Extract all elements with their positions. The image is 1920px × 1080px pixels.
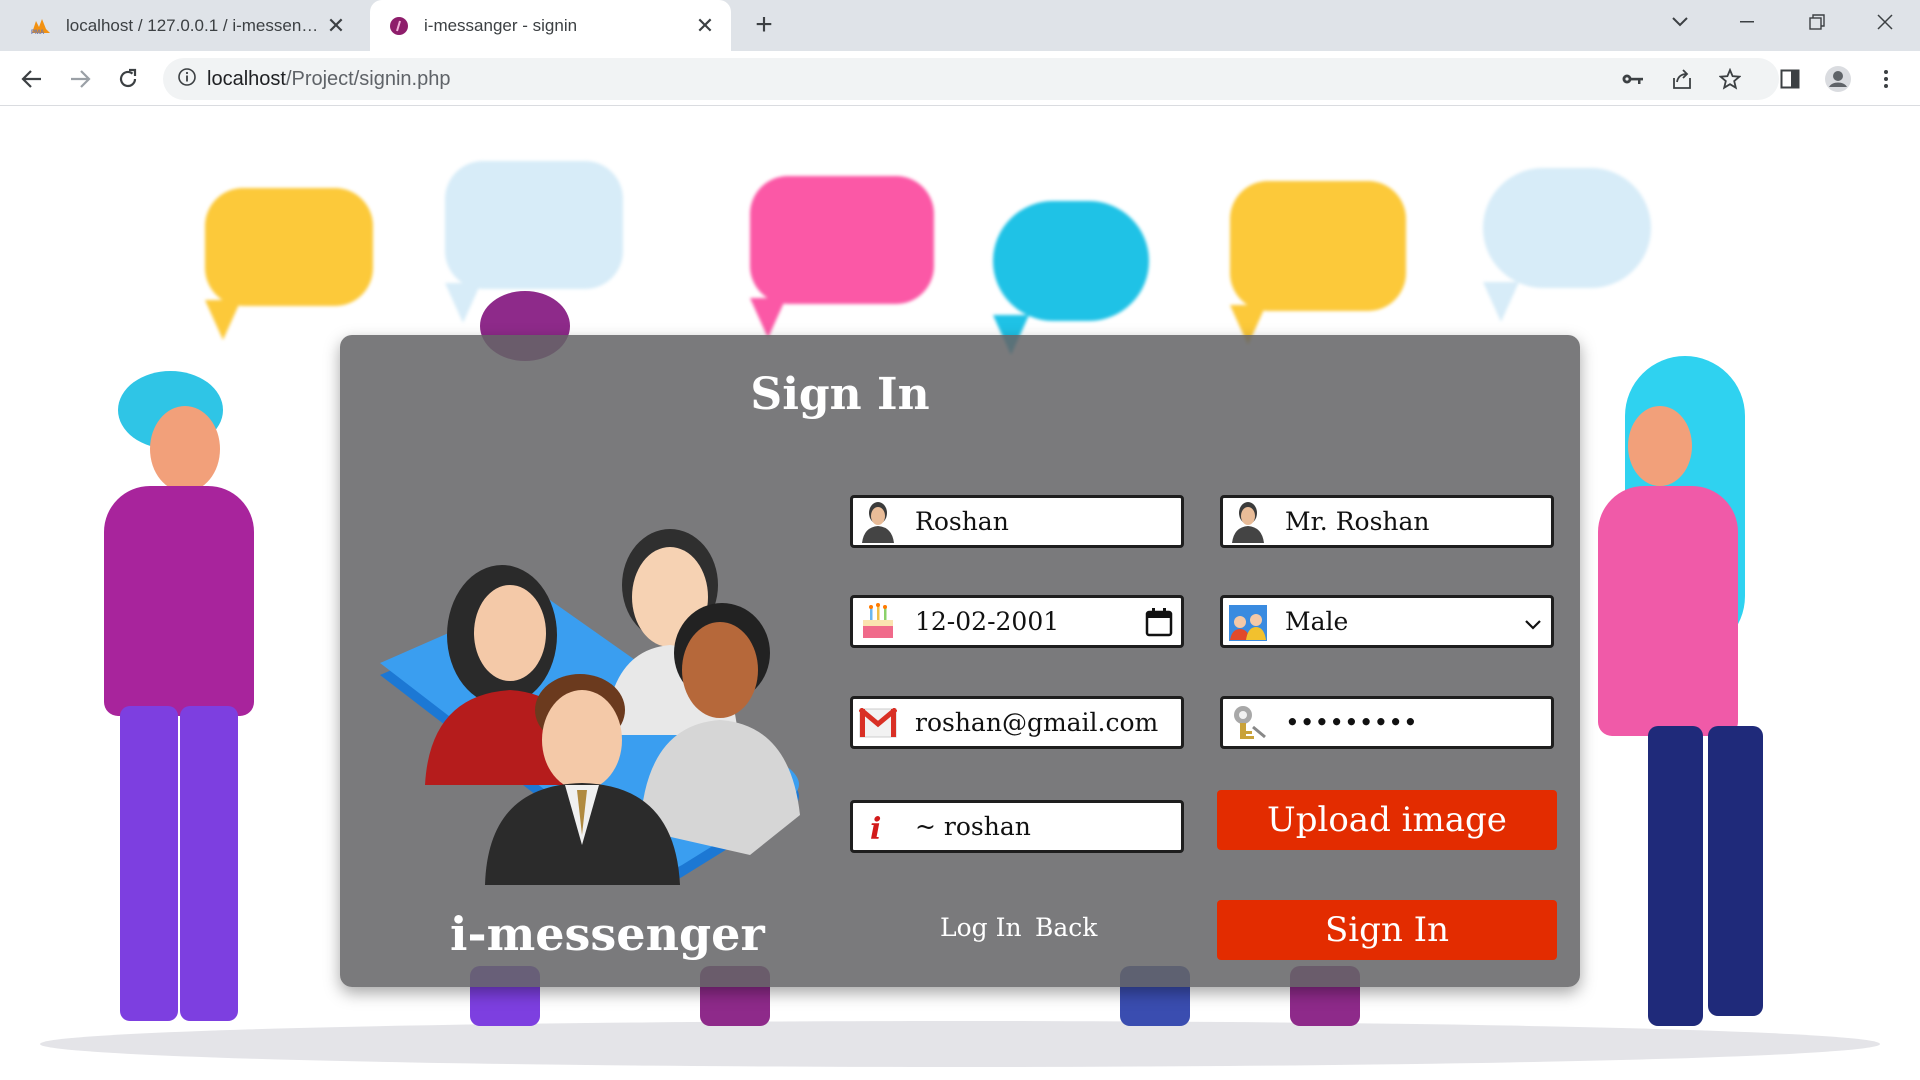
url-text: localhost/Project/signin.php bbox=[207, 67, 451, 90]
user-icon bbox=[857, 500, 899, 544]
chevron-down-icon bbox=[1525, 610, 1541, 636]
gender-people-icon bbox=[1227, 600, 1269, 644]
share-icon[interactable] bbox=[1666, 63, 1698, 95]
browser-toolbar: localhost/Project/signin.php bbox=[0, 51, 1920, 106]
speech-bubble bbox=[1230, 181, 1406, 345]
users-group-logo bbox=[380, 529, 800, 885]
restore-icon[interactable] bbox=[1782, 0, 1852, 44]
password-field[interactable]: ••••••••• bbox=[1220, 696, 1554, 749]
gender-select[interactable]: Male bbox=[1220, 595, 1554, 648]
messenger-icon bbox=[388, 15, 410, 37]
bio-field[interactable]: i ~ roshan bbox=[850, 800, 1184, 853]
key-lock-icon bbox=[1227, 701, 1269, 745]
gmail-icon bbox=[857, 701, 899, 745]
speech-bubble bbox=[1483, 168, 1651, 322]
speech-bubble bbox=[993, 201, 1149, 355]
upload-image-button[interactable]: Upload image bbox=[1217, 790, 1557, 850]
login-link[interactable]: Log In bbox=[940, 913, 1022, 942]
signin-card: Sign In i-messenger Roshan Mr. Roshan 12… bbox=[340, 335, 1580, 987]
calendar-icon[interactable] bbox=[1145, 607, 1173, 637]
user-icon bbox=[1227, 500, 1269, 544]
minimize-icon[interactable] bbox=[1712, 0, 1782, 44]
tab-search-chevron-icon[interactable] bbox=[1645, 0, 1715, 44]
star-icon[interactable] bbox=[1714, 63, 1746, 95]
new-tab-icon[interactable]: + bbox=[748, 8, 780, 41]
speech-bubble bbox=[205, 188, 373, 340]
side-panel-icon[interactable] bbox=[1774, 63, 1806, 95]
close-window-icon[interactable] bbox=[1850, 0, 1920, 44]
address-bar[interactable]: localhost/Project/signin.php bbox=[163, 58, 1779, 100]
close-icon[interactable]: ✕ bbox=[693, 13, 717, 38]
tab-strip: PMA localhost / 127.0.0.1 / i-messenger … bbox=[0, 0, 1920, 51]
menu-kebab-icon[interactable] bbox=[1870, 63, 1902, 95]
page-content: Sign In i-messenger Roshan Mr. Roshan 12… bbox=[0, 106, 1920, 1080]
back-arrow-icon[interactable] bbox=[16, 63, 48, 95]
forward-arrow-icon[interactable] bbox=[64, 63, 96, 95]
date-of-birth-field[interactable]: 12-02-2001 bbox=[850, 595, 1184, 648]
tab-title: i-messanger - signin bbox=[424, 15, 578, 35]
email-field[interactable]: roshan@gmail.com bbox=[850, 696, 1184, 749]
profile-avatar-icon[interactable] bbox=[1822, 63, 1854, 95]
speech-bubble bbox=[445, 161, 623, 323]
close-icon[interactable]: ✕ bbox=[324, 13, 348, 38]
svg-text:PMA: PMA bbox=[31, 30, 45, 35]
brand-name: i-messenger bbox=[450, 907, 765, 961]
info-icon: i bbox=[857, 805, 899, 849]
birthday-cake-icon bbox=[857, 600, 899, 644]
speech-bubble bbox=[750, 176, 934, 338]
tab-signin[interactable]: i-messanger - signin ✕ bbox=[370, 0, 731, 51]
signin-submit-button[interactable]: Sign In bbox=[1217, 900, 1557, 960]
back-link[interactable]: Back bbox=[1035, 913, 1097, 942]
ground-shadow bbox=[40, 1021, 1880, 1067]
key-icon[interactable] bbox=[1617, 63, 1649, 95]
tab-phpmyadmin[interactable]: PMA localhost / 127.0.0.1 / i-messenger … bbox=[0, 0, 362, 51]
info-icon[interactable] bbox=[177, 67, 197, 92]
first-name-field[interactable]: Roshan bbox=[850, 495, 1184, 548]
svg-text:i: i bbox=[870, 812, 881, 843]
form-title: Sign In bbox=[750, 369, 930, 420]
tab-title: localhost / 127.0.0.1 / i-messenger bbox=[66, 15, 324, 35]
phpmyadmin-icon: PMA bbox=[30, 15, 52, 37]
username-field[interactable]: Mr. Roshan bbox=[1220, 495, 1554, 548]
reload-icon[interactable] bbox=[112, 63, 144, 95]
